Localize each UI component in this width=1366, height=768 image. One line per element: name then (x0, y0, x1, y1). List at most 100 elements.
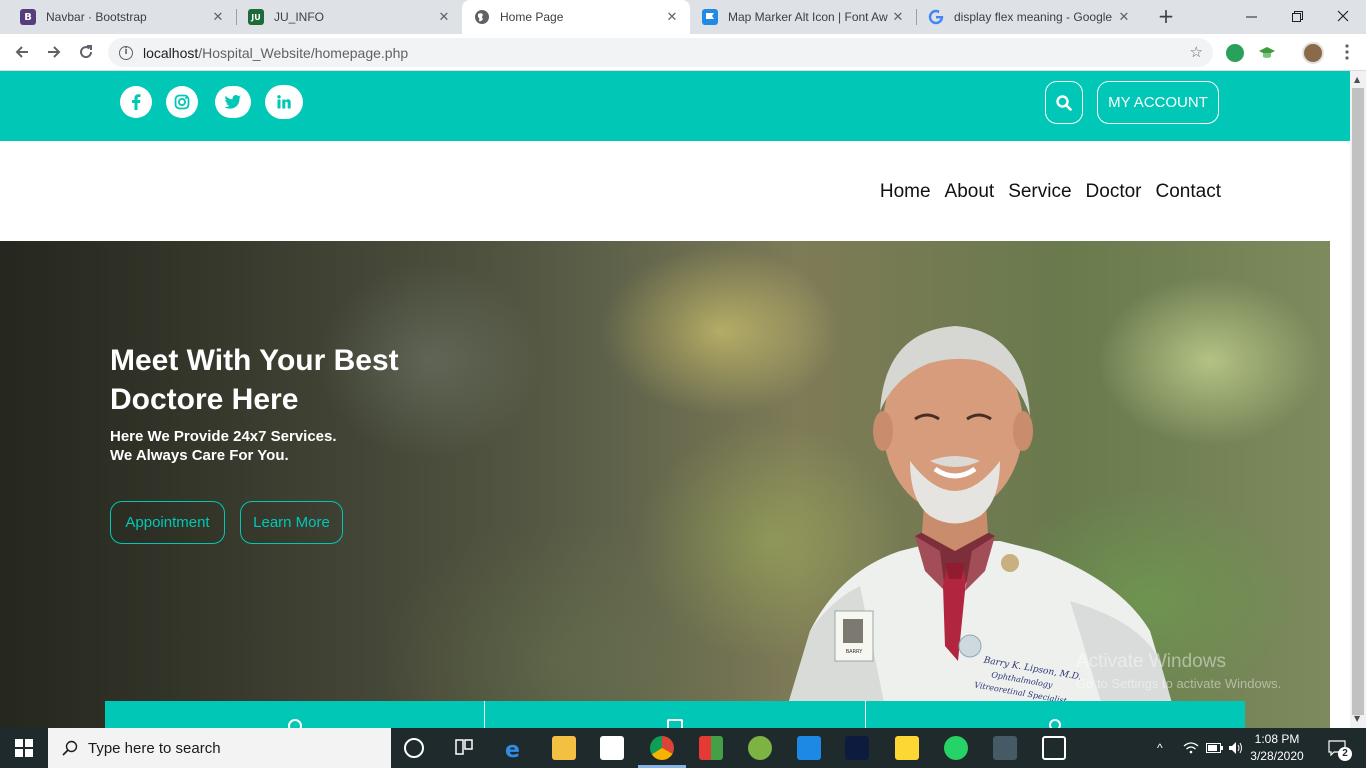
nav-link-doctor[interactable]: Doctor (1086, 181, 1142, 203)
tab-map-marker[interactable]: Map Marker Alt Icon | Font Aw ✕ (690, 0, 916, 34)
snipping-tool-icon[interactable] (1042, 736, 1066, 760)
info-strip (105, 701, 1245, 728)
activate-windows-hint: Go to Settings to activate Windows. (1076, 676, 1282, 691)
mail-icon[interactable] (797, 736, 821, 760)
menu-kebab-icon[interactable] (1335, 40, 1359, 64)
site-info-icon[interactable]: i (119, 45, 133, 60)
tab-google-search[interactable]: display flex meaning - Google ✕ (916, 0, 1142, 34)
search-icon (1056, 94, 1072, 111)
main-navbar: Home About Service Doctor Contact (0, 141, 1350, 241)
restore-icon[interactable] (1274, 0, 1320, 32)
flag-icon (702, 9, 718, 25)
clock-time: 1:08 PM (1254, 732, 1300, 746)
cortana-icon[interactable] (404, 738, 424, 758)
linkedin-icon[interactable] (265, 85, 303, 119)
tab-home-page[interactable]: Home Page ✕ (462, 0, 690, 34)
web-page: MY ACCOUNT Home About Service Doctor Con… (0, 71, 1350, 728)
new-tab-button[interactable]: + (1155, 6, 1177, 28)
scrollbar-thumb[interactable] (1352, 88, 1364, 715)
search-icon (62, 740, 78, 756)
appointment-button[interactable]: Appointment (110, 501, 225, 544)
reload-icon[interactable] (74, 40, 98, 64)
close-tab-icon[interactable]: ✕ (436, 10, 452, 25)
inbox-icon[interactable] (845, 736, 869, 760)
tab-title: JU_INFO (274, 10, 325, 24)
badge-name-text: BARRY (846, 649, 863, 655)
learn-more-button[interactable]: Learn More (240, 501, 343, 544)
nav-link-about[interactable]: About (945, 181, 995, 203)
address-bar[interactable]: i localhost/Hospital_Website/homepage.ph… (108, 38, 1213, 67)
nav-menu: Home About Service Doctor Contact (880, 181, 1221, 203)
tab-title: Map Marker Alt Icon | Font Aw (728, 10, 888, 24)
sticky-notes-icon[interactable] (895, 736, 919, 760)
my-account-button[interactable]: MY ACCOUNT (1097, 81, 1219, 124)
twitter-icon[interactable] (215, 86, 251, 118)
google-icon (928, 9, 944, 25)
whatsapp-icon[interactable] (944, 736, 968, 760)
close-tab-icon[interactable]: ✕ (664, 10, 680, 25)
wifi-icon[interactable] (1183, 728, 1199, 768)
hero-subtitle-line: Here We Provide 24x7 Services. (110, 428, 337, 445)
app-grid-icon[interactable] (699, 736, 723, 760)
nav-link-contact[interactable]: Contact (1156, 181, 1221, 203)
info-cell-email (485, 701, 866, 728)
nav-link-home[interactable]: Home (880, 181, 931, 203)
graduation-cap-extension-icon[interactable] (1258, 44, 1276, 62)
scroll-up-icon[interactable]: ▲ (1354, 75, 1360, 84)
hero-title: Meet With Your Best Doctore Here (110, 344, 399, 416)
facebook-icon[interactable] (120, 86, 152, 118)
tab-ju-info[interactable]: JU JU_INFO ✕ (236, 0, 462, 34)
svg-text:e: e (505, 738, 520, 760)
notification-count: 2 (1338, 747, 1352, 761)
page-scrollbar[interactable]: ▲ ▼ (1350, 71, 1366, 728)
android-studio-icon[interactable] (748, 736, 772, 760)
search-button[interactable] (1045, 81, 1083, 124)
scroll-down-icon[interactable]: ▼ (1354, 714, 1360, 723)
browser-tab-strip: B Navbar · Bootstrap ✕ JU JU_INFO ✕ Home… (0, 0, 1366, 34)
tab-title: Navbar · Bootstrap (46, 10, 147, 24)
avatar[interactable] (1302, 42, 1324, 64)
hero-subtitle-line: We Always Care For You. (110, 447, 289, 464)
notifications-icon[interactable]: 2 (1322, 728, 1352, 768)
volume-icon[interactable] (1228, 728, 1244, 768)
photos-icon[interactable] (993, 736, 1017, 760)
taskbar-clock[interactable]: 1:08 PM 3/28/2020 (1246, 731, 1308, 765)
ju-favicon-icon: JU (248, 9, 264, 25)
forward-arrow-icon[interactable] (42, 40, 66, 64)
bookmark-star-icon[interactable]: ☆ (1190, 43, 1203, 61)
info-cell-hours (105, 701, 486, 728)
taskbar-search-placeholder: Type here to search (88, 739, 221, 757)
file-explorer-icon[interactable] (552, 736, 576, 760)
clock-icon (287, 719, 302, 728)
windows-start-icon[interactable] (0, 728, 48, 768)
show-hidden-icons-icon[interactable]: ^ (1157, 728, 1163, 768)
chrome-icon[interactable] (650, 736, 674, 760)
close-tab-icon[interactable]: ✕ (1116, 10, 1132, 25)
close-tab-icon[interactable]: ✕ (890, 10, 906, 25)
info-cell-location (866, 701, 1245, 728)
microsoft-store-icon[interactable] (600, 736, 624, 760)
url-text: localhost/Hospital_Website/homepage.php (143, 44, 409, 61)
nav-link-service[interactable]: Service (1008, 181, 1071, 203)
grammarly-extension-icon[interactable] (1226, 44, 1244, 62)
tab-title: Home Page (500, 10, 564, 24)
edge-icon[interactable]: e (503, 736, 527, 763)
windows-taskbar: Type here to search e ^ 1:08 PM 3/28/202… (0, 728, 1366, 768)
envelope-icon (666, 719, 683, 728)
back-arrow-icon[interactable] (10, 40, 34, 64)
hero-subtitle: Here We Provide 24x7 Services. We Always… (110, 427, 337, 465)
clock-date: 3/28/2020 (1250, 749, 1304, 763)
instagram-icon[interactable] (166, 86, 198, 118)
hero-banner: BARRY Barry K. Lipson, M.D. Ophthalmolog… (0, 241, 1330, 728)
taskbar-search-box[interactable]: Type here to search (48, 728, 391, 768)
minimize-icon[interactable] (1228, 0, 1274, 32)
close-tab-icon[interactable]: ✕ (210, 10, 226, 25)
top-contact-bar: MY ACCOUNT (0, 71, 1350, 141)
task-view-icon[interactable] (453, 736, 477, 760)
map-marker-icon (1049, 719, 1062, 728)
globe-icon (474, 9, 490, 25)
tab-navbar-bootstrap[interactable]: B Navbar · Bootstrap ✕ (8, 0, 236, 34)
bootstrap-favicon-icon: B (20, 9, 36, 25)
close-window-icon[interactable] (1320, 0, 1366, 32)
battery-icon[interactable] (1206, 728, 1224, 768)
